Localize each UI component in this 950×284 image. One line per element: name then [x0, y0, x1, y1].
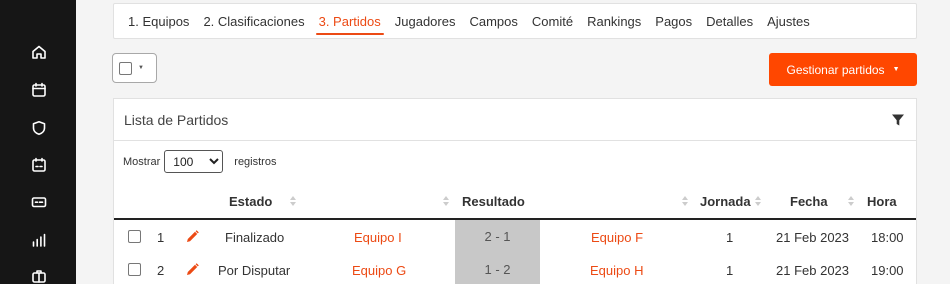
row-checkbox[interactable]	[128, 263, 141, 276]
column-header-jornada[interactable]: Jornada	[700, 194, 751, 209]
caret-down-icon: ▼	[892, 66, 900, 73]
filter-icon[interactable]	[891, 113, 905, 127]
tab-bar: 1. Equipos 2. Clasificaciones 3. Partido…	[113, 3, 917, 39]
time-value: 18:00	[871, 230, 904, 245]
matches-panel: Lista de Partidos Mostrar 100 registros …	[113, 98, 917, 284]
table-row[interactable]: 2 Por Disputar Equipo G 1 - 2 Equipo H 1…	[114, 253, 916, 284]
column-header-fecha[interactable]: Fecha	[790, 194, 828, 209]
select-all-checkbox[interactable]	[119, 61, 132, 75]
tab-clasificaciones[interactable]: 2. Clasificaciones	[203, 14, 304, 29]
home-icon[interactable]	[31, 44, 47, 60]
status-text: Finalizado	[225, 230, 285, 245]
home-team-link[interactable]: Equipo I	[354, 230, 402, 245]
manage-matches-button[interactable]: Gestionar partidos ▼	[769, 53, 917, 86]
page-size-select[interactable]: 100	[164, 150, 224, 173]
panel-header: Lista de Partidos	[114, 99, 916, 141]
sort-icon[interactable]	[289, 195, 297, 207]
edit-pencil-icon[interactable]	[186, 263, 199, 276]
tab-ajustes[interactable]: Ajustes	[767, 14, 810, 29]
score-cell: 1 - 2	[455, 253, 540, 284]
ticket-icon[interactable]	[31, 194, 47, 210]
show-label: Mostrar	[123, 155, 161, 168]
sidebar	[0, 0, 76, 284]
edit-pencil-icon[interactable]	[186, 230, 199, 243]
tab-campos[interactable]: Campos	[469, 14, 517, 29]
manage-matches-label: Gestionar partidos	[786, 62, 885, 77]
row-number: 2	[157, 263, 165, 278]
date-value: 21 Feb 2023	[776, 263, 850, 278]
records-label: registros	[234, 155, 277, 168]
column-header-resultado[interactable]: Resultado	[462, 194, 525, 209]
tab-pagos[interactable]: Pagos	[655, 14, 692, 29]
table-row[interactable]: 1 Finalizado Equipo I 2 - 1 Equipo F 1 2…	[114, 220, 916, 253]
calendar-versus-icon[interactable]	[31, 157, 47, 173]
tab-partidos[interactable]: 3. Partidos	[315, 14, 384, 35]
bulk-select-dropdown[interactable]: ▼	[112, 53, 157, 83]
away-team-link[interactable]: Equipo F	[591, 230, 643, 245]
matches-table: Estado Resultado Jornada Fecha Hora 1 Fi…	[114, 183, 916, 284]
table-header-row: Estado Resultado Jornada Fecha Hora	[114, 183, 916, 220]
panel-title: Lista de Partidos	[124, 111, 229, 128]
sort-icon[interactable]	[681, 195, 689, 207]
tab-detalles[interactable]: Detalles	[706, 14, 753, 29]
caret-down-icon: ▼	[138, 65, 144, 71]
row-number: 1	[157, 230, 165, 245]
shield-icon[interactable]	[31, 120, 47, 136]
briefcase-icon[interactable]	[31, 268, 47, 284]
tab-comite[interactable]: Comité	[532, 14, 573, 29]
sort-icon[interactable]	[847, 195, 855, 207]
round-value: 1	[726, 230, 734, 245]
sort-icon[interactable]	[754, 195, 762, 207]
score-cell: 2 - 1	[455, 220, 540, 253]
page-length-control: Mostrar 100 registros	[123, 150, 276, 173]
tab-jugadores[interactable]: Jugadores	[395, 14, 456, 29]
tab-equipos[interactable]: 1. Equipos	[128, 14, 189, 29]
column-header-hora[interactable]: Hora	[867, 194, 897, 209]
sort-icon[interactable]	[442, 195, 450, 207]
row-checkbox[interactable]	[128, 230, 141, 243]
status-text: Por Disputar	[218, 263, 291, 278]
tab-rankings[interactable]: Rankings	[587, 14, 641, 29]
column-header-estado[interactable]: Estado	[229, 194, 272, 209]
away-team-link[interactable]: Equipo H	[590, 263, 643, 278]
bar-chart-icon[interactable]	[31, 232, 47, 248]
date-value: 21 Feb 2023	[776, 230, 850, 245]
calendar-icon[interactable]	[31, 82, 47, 98]
time-value: 19:00	[871, 263, 904, 278]
round-value: 1	[726, 263, 734, 278]
home-team-link[interactable]: Equipo G	[352, 263, 406, 278]
